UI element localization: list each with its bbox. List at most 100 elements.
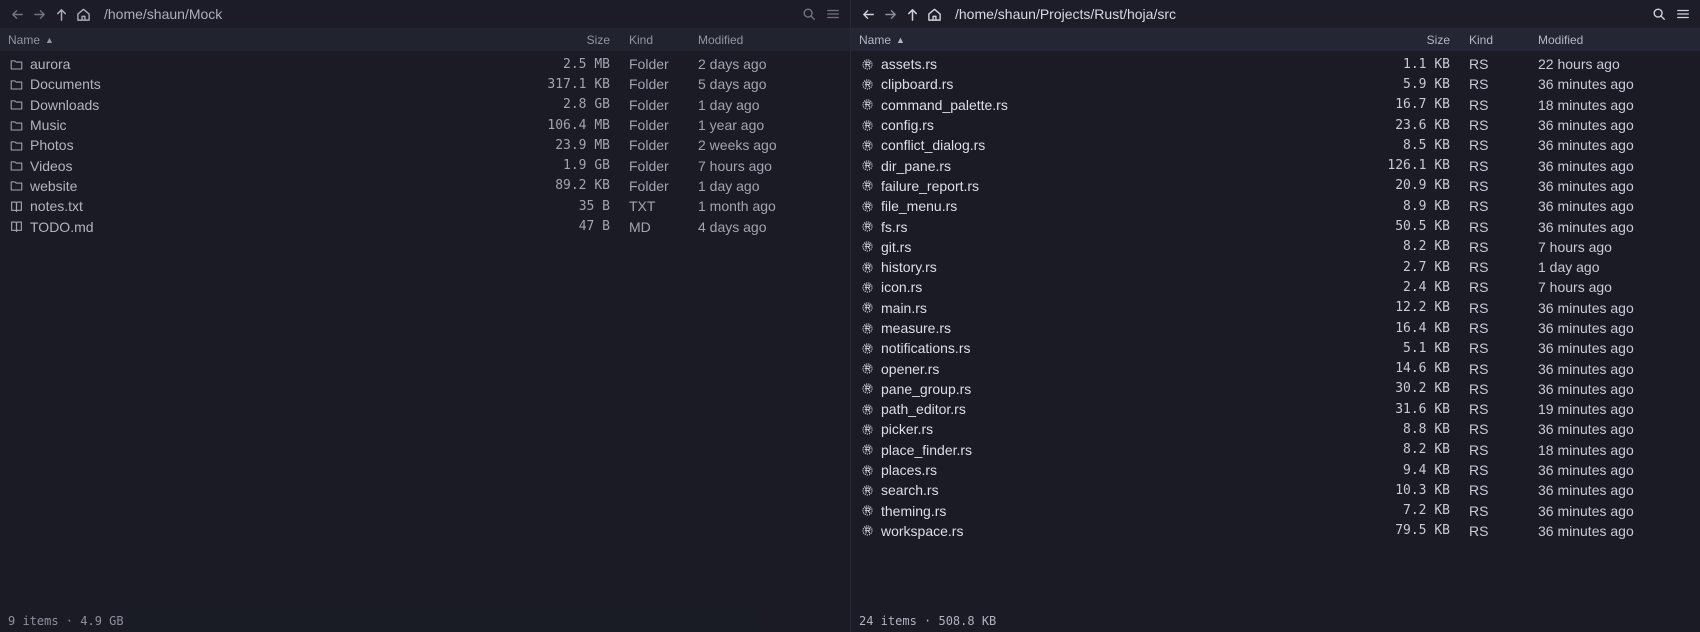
file-row[interactable]: places.rs 9.4 KB RS 36 minutes ago: [851, 460, 1700, 480]
file-row[interactable]: aurora 2.5 MB Folder 2 days ago: [0, 54, 850, 74]
rust-icon: [861, 261, 874, 274]
right-toolbar: /home/shaun/Projects/Rust/hoja/src: [851, 0, 1700, 28]
file-row[interactable]: workspace.rs 79.5 KB RS 36 minutes ago: [851, 521, 1700, 541]
file-modified: 36 minutes ago: [1538, 522, 1634, 539]
file-list: aurora 2.5 MB Folder 2 days ago Documents 317…: [0, 51, 850, 610]
file-row[interactable]: dir_pane.rs 126.1 KB RS 36 minutes ago: [851, 155, 1700, 175]
home-icon[interactable]: [923, 3, 945, 25]
file-row[interactable]: picker.rs 8.8 KB RS 36 minutes ago: [851, 419, 1700, 439]
file-row[interactable]: Photos 23.9 MB Folder 2 weeks ago: [0, 135, 850, 155]
file-row[interactable]: config.rs 23.6 KB RS 36 minutes ago: [851, 115, 1700, 135]
file-row[interactable]: notifications.rs 5.1 KB RS 36 minutes ago: [851, 338, 1700, 358]
back-arrow-icon[interactable]: [6, 3, 28, 25]
file-size: 12.2 KB: [1395, 300, 1450, 316]
file-name: notes.txt: [30, 198, 83, 215]
file-size: 5.9 KB: [1403, 76, 1450, 92]
file-modified: 1 month ago: [698, 198, 776, 215]
file-row[interactable]: icon.rs 2.4 KB RS 7 hours ago: [851, 277, 1700, 297]
file-size: 2.5 MB: [563, 56, 610, 72]
rust-icon: [861, 443, 874, 456]
book-icon: [10, 220, 23, 233]
file-size: 8.9 KB: [1403, 198, 1450, 214]
forward-arrow-icon[interactable]: [28, 3, 50, 25]
file-row[interactable]: place_finder.rs 8.2 KB RS 18 minutes ago: [851, 440, 1700, 460]
header-kind[interactable]: Kind: [610, 33, 698, 47]
file-kind: Folder: [629, 137, 669, 154]
file-row[interactable]: notes.txt 35 B TXT 1 month ago: [0, 196, 850, 216]
file-size: 8.2 KB: [1403, 239, 1450, 255]
file-modified: 36 minutes ago: [1538, 117, 1634, 134]
file-row[interactable]: Videos 1.9 GB Folder 7 hours ago: [0, 155, 850, 175]
file-kind: RS: [1469, 157, 1489, 174]
menu-icon[interactable]: [822, 3, 844, 25]
home-icon[interactable]: [72, 3, 94, 25]
back-arrow-icon[interactable]: [857, 3, 879, 25]
file-name: Downloads: [30, 96, 100, 113]
column-header: Name ▲ Size Kind Modified: [0, 28, 850, 51]
search-icon[interactable]: [1648, 3, 1670, 25]
path-bar[interactable]: /home/shaun/Mock: [104, 6, 798, 22]
header-size[interactable]: Size: [546, 33, 610, 47]
header-size[interactable]: Size: [1374, 33, 1450, 47]
file-row[interactable]: Documents 317.1 KB Folder 5 days ago: [0, 74, 850, 94]
file-kind: Folder: [629, 157, 669, 174]
file-row[interactable]: path_editor.rs 31.6 KB RS 19 minutes ago: [851, 399, 1700, 419]
file-row[interactable]: main.rs 12.2 KB RS 36 minutes ago: [851, 298, 1700, 318]
right-pane[interactable]: /home/shaun/Projects/Rust/hoja/src Name …: [851, 0, 1700, 632]
file-row[interactable]: conflict_dialog.rs 8.5 KB RS 36 minutes ago: [851, 135, 1700, 155]
file-row[interactable]: opener.rs 14.6 KB RS 36 minutes ago: [851, 358, 1700, 378]
menu-icon[interactable]: [1672, 3, 1694, 25]
file-name: file_menu.rs: [881, 198, 958, 215]
file-size: 7.2 KB: [1403, 503, 1450, 519]
file-row[interactable]: website 89.2 KB Folder 1 day ago: [0, 176, 850, 196]
rust-icon: [861, 322, 874, 335]
file-row[interactable]: command_palette.rs 16.7 KB RS 18 minutes ag…: [851, 95, 1700, 115]
file-name: Music: [30, 117, 67, 134]
search-icon[interactable]: [798, 3, 820, 25]
left-pane[interactable]: /home/shaun/Mock Name ▲ Size Kind Modifi…: [0, 0, 851, 632]
file-size: 23.6 KB: [1395, 117, 1450, 133]
file-size: 10.3 KB: [1395, 482, 1450, 498]
header-kind[interactable]: Kind: [1450, 33, 1538, 47]
file-row[interactable]: measure.rs 16.4 KB RS 36 minutes ago: [851, 318, 1700, 338]
file-size: 30.2 KB: [1395, 381, 1450, 397]
file-row[interactable]: clipboard.rs 5.9 KB RS 36 minutes ago: [851, 74, 1700, 94]
file-row[interactable]: theming.rs 7.2 KB RS 36 minutes ago: [851, 501, 1700, 521]
folder-icon: [10, 159, 23, 172]
forward-arrow-icon[interactable]: [879, 3, 901, 25]
file-row[interactable]: Music 106.4 MB Folder 1 year ago: [0, 115, 850, 135]
file-row[interactable]: git.rs 8.2 KB RS 7 hours ago: [851, 237, 1700, 257]
file-row[interactable]: failure_report.rs 20.9 KB RS 36 minutes ago: [851, 176, 1700, 196]
file-row[interactable]: pane_group.rs 30.2 KB RS 36 minutes ago: [851, 379, 1700, 399]
file-kind: Folder: [629, 177, 669, 194]
file-kind: RS: [1469, 279, 1489, 296]
file-row[interactable]: Downloads 2.8 GB Folder 1 day ago: [0, 95, 850, 115]
file-row[interactable]: assets.rs 1.1 KB RS 22 hours ago: [851, 54, 1700, 74]
file-name: dir_pane.rs: [881, 157, 952, 174]
up-arrow-icon[interactable]: [901, 3, 923, 25]
file-row[interactable]: history.rs 2.7 KB RS 1 day ago: [851, 257, 1700, 277]
up-arrow-icon[interactable]: [50, 3, 72, 25]
file-kind: RS: [1469, 360, 1489, 377]
file-modified: 7 hours ago: [1538, 238, 1612, 255]
file-size: 14.6 KB: [1395, 361, 1450, 377]
header-name[interactable]: Name ▲: [851, 33, 1374, 47]
file-modified: 36 minutes ago: [1538, 218, 1634, 235]
header-modified[interactable]: Modified: [1538, 33, 1583, 47]
file-row[interactable]: file_menu.rs 8.9 KB RS 36 minutes ago: [851, 196, 1700, 216]
column-header: Name ▲ Size Kind Modified: [851, 28, 1700, 51]
path-bar[interactable]: /home/shaun/Projects/Rust/hoja/src: [955, 6, 1648, 22]
file-modified: 1 year ago: [698, 117, 765, 134]
rust-icon: [861, 504, 874, 517]
file-row[interactable]: fs.rs 50.5 KB RS 36 minutes ago: [851, 216, 1700, 236]
rust-icon: [861, 301, 874, 314]
header-modified[interactable]: Modified: [698, 33, 743, 47]
rust-icon: [861, 464, 874, 477]
file-row[interactable]: TODO.md 47 B MD 4 days ago: [0, 216, 850, 236]
file-modified: 36 minutes ago: [1538, 482, 1634, 499]
file-row[interactable]: search.rs 10.3 KB RS 36 minutes ago: [851, 480, 1700, 500]
header-name[interactable]: Name ▲: [0, 33, 546, 47]
file-size: 47 B: [578, 219, 610, 235]
file-modified: 36 minutes ago: [1538, 177, 1634, 194]
file-size: 5.1 KB: [1403, 340, 1450, 356]
